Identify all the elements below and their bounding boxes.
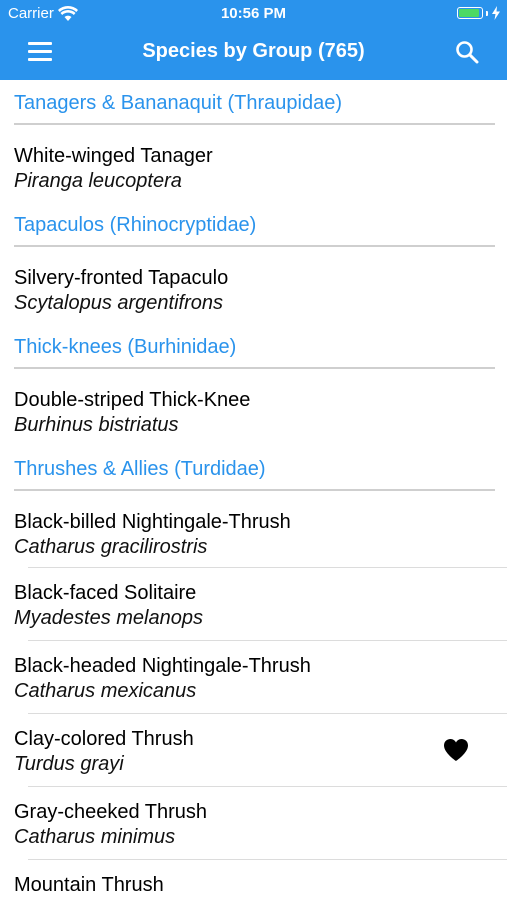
species-common-name: Black-faced Solitaire <box>14 582 197 604</box>
battery-icon <box>457 7 483 19</box>
page-title: Species by Group (765) <box>142 40 365 62</box>
species-common-name: Silvery-fronted Tapaculo <box>14 267 229 289</box>
section-header: Thick-knees (Burhinidae) <box>0 324 507 370</box>
charging-bolt-icon <box>492 6 500 20</box>
species-row[interactable]: Clay-colored Thrush Turdus grayi <box>0 714 507 787</box>
species-row[interactable]: Black-headed Nightingale-Thrush Catharus … <box>0 641 507 714</box>
species-scientific-name: Turdus grayi <box>14 753 124 775</box>
section-header: Thrushes & Allies (Turdidae) <box>0 446 507 492</box>
nav-bar: Species by Group (765) <box>0 28 507 80</box>
species-scientific-name: Catharus mexicanus <box>14 680 197 702</box>
section-title: Tapaculos (Rhinocryptidae) <box>14 214 257 236</box>
species-common-name: Double-striped Thick-Knee <box>14 389 251 411</box>
species-scientific-name: Catharus gracilirostris <box>14 536 208 558</box>
species-scientific-name: Piranga leucoptera <box>14 170 182 192</box>
section-divider <box>14 123 495 125</box>
species-row[interactable]: Black-faced Solitaire Myadestes melanops <box>0 568 507 641</box>
species-common-name: Black-billed Nightingale-Thrush <box>14 511 291 533</box>
species-common-name: White-winged Tanager <box>14 145 213 167</box>
species-common-name: Mountain Thrush <box>14 874 164 896</box>
section-header: Tanagers & Bananaquit (Thraupidae) <box>0 80 507 126</box>
species-row[interactable]: Silvery-fronted Tapaculo Scytalopus argen… <box>0 248 507 324</box>
species-common-name: Black-headed Nightingale-Thrush <box>14 655 311 677</box>
species-common-name: Gray-cheeked Thrush <box>14 801 208 823</box>
status-time: 10:56 PM <box>220 5 287 22</box>
battery-group <box>457 6 501 20</box>
section-divider <box>14 489 495 491</box>
species-scientific-name: Burhinus bistriatus <box>14 414 179 436</box>
favorite-heart-icon[interactable] <box>443 738 469 762</box>
section-title: Tanagers & Bananaquit (Thraupidae) <box>14 92 342 114</box>
search-icon[interactable] <box>455 40 479 64</box>
species-row[interactable]: White-winged Tanager Piranga leucoptera <box>0 126 507 202</box>
species-common-name: Clay-colored Thrush <box>14 728 194 750</box>
status-bar: Carrier 10:56 PM <box>0 0 507 28</box>
section-title: Thick-knees (Burhinidae) <box>14 336 237 358</box>
species-row[interactable]: Black-billed Nightingale-Thrush Catharus … <box>0 492 507 568</box>
section-divider <box>14 245 495 247</box>
section-header: Tapaculos (Rhinocryptidae) <box>0 202 507 248</box>
app-screen: Carrier 10:56 PM Species by Group (765) … <box>0 0 507 900</box>
species-scientific-name: Scytalopus argentifrons <box>14 292 224 314</box>
top-bar: Carrier 10:56 PM Species by Group (765) <box>0 0 507 80</box>
battery-level <box>459 9 479 17</box>
section-title: Thrushes & Allies (Turdidae) <box>14 458 266 480</box>
species-list[interactable]: Tanagers & Bananaquit (Thraupidae) White-… <box>0 80 507 900</box>
species-row[interactable]: Gray-cheeked Thrush Catharus minimus <box>0 787 507 860</box>
species-scientific-name: Myadestes melanops <box>14 607 203 629</box>
battery-tip <box>486 10 488 16</box>
species-row[interactable]: Mountain Thrush <box>0 860 507 900</box>
species-scientific-name: Catharus minimus <box>14 826 176 848</box>
section-divider <box>14 367 495 369</box>
species-row[interactable]: Double-striped Thick-Knee Burhinus bistri… <box>0 370 507 446</box>
